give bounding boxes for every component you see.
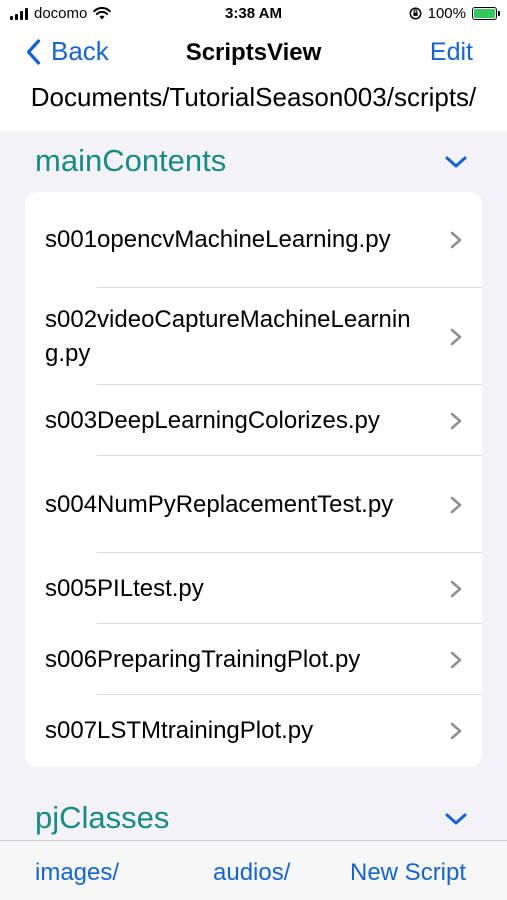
script-name: s007LSTMtrainingPlot.py: [45, 717, 314, 744]
list-item[interactable]: s004NumPyReplacementTest.py: [25, 456, 482, 553]
script-name: s001opencvMachineLearning.py: [45, 226, 391, 253]
section-header-maincontents[interactable]: mainContents: [0, 131, 507, 191]
images-button[interactable]: images/: [35, 859, 119, 887]
section-header-pjclasses[interactable]: pjClasses: [0, 788, 507, 840]
script-name: s003DeepLearningColorizes.py: [45, 406, 380, 434]
list-item[interactable]: s007LSTMtrainingPlot.py: [25, 695, 482, 767]
back-label: Back: [51, 36, 109, 66]
battery-percent: 100%: [427, 5, 466, 22]
maincontents-list: s001opencvMachineLearning.py s002videoCa…: [25, 192, 482, 767]
new-script-button[interactable]: New Script: [350, 859, 466, 887]
list-item[interactable]: s003DeepLearningColorizes.py: [25, 385, 482, 456]
battery-fill: [474, 9, 495, 18]
chevron-down-icon: [445, 813, 467, 825]
list-item[interactable]: s005PILtest.py: [25, 553, 482, 624]
scripts-list[interactable]: mainContents s001opencvMachineLearning.p…: [0, 131, 507, 840]
list-item[interactable]: s002videoCaptureMachineLearning.py: [25, 288, 482, 385]
section-title: mainContents: [35, 143, 227, 178]
script-name: s004NumPyReplacementTest.py: [45, 490, 394, 518]
chevron-right-icon: [450, 722, 462, 740]
navigation-bar: Back ScriptsView Edit: [0, 30, 507, 76]
section-title: pjClasses: [35, 800, 170, 835]
chevron-right-icon: [450, 496, 462, 513]
audios-button[interactable]: audios/: [213, 859, 290, 887]
script-name: s005PILtest.py: [45, 574, 204, 602]
back-button[interactable]: Back: [26, 36, 109, 67]
status-right: 100%: [409, 5, 500, 22]
chevron-right-icon: [450, 328, 462, 345]
path-label: Documents/TutorialSeason003/scripts/: [30, 82, 477, 112]
chevron-right-icon: [450, 412, 462, 429]
script-name: s002videoCaptureMachineLearning.py: [45, 305, 411, 367]
orientation-lock-icon: [409, 7, 422, 20]
chevron-right-icon: [450, 231, 462, 249]
chevron-left-icon: [26, 38, 41, 65]
edit-button[interactable]: Edit: [430, 38, 473, 67]
status-bar: docomo 3:38 AM 100%: [0, 0, 507, 30]
chevron-down-icon: [445, 156, 467, 168]
battery-icon: [472, 7, 500, 20]
script-name: s006PreparingTrainingPlot.py: [45, 645, 361, 673]
chevron-right-icon: [450, 651, 462, 668]
list-item[interactable]: s006PreparingTrainingPlot.py: [25, 624, 482, 695]
chevron-right-icon: [450, 580, 462, 597]
bottom-toolbar: images/ audios/ New Script: [0, 840, 507, 900]
list-item[interactable]: s001opencvMachineLearning.py: [25, 192, 482, 288]
